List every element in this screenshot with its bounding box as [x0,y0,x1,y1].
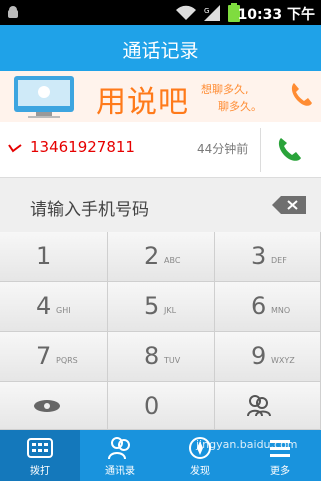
title-bar: 通话记录 [0,25,321,71]
banner-tagline-1: 想聊多久, [201,83,249,96]
watermark: jingyan.baidu.com [196,438,298,451]
key-letters: TUV [164,356,181,365]
call-time-ago: 44分钟前 [197,142,249,156]
contacts-key[interactable] [215,382,321,430]
computer-illustration-icon [14,76,74,118]
nav-contacts-label: 通讯录 [105,466,135,477]
key-1[interactable]: 1 [0,232,108,282]
key-letters: JKL [164,306,177,315]
key-2[interactable]: 2 ABC [108,232,215,282]
key-letters: DEF [271,256,287,265]
key-digit: 7 [36,342,52,370]
phone-handset-icon [291,83,312,106]
divider [260,128,261,172]
nav-dial-label: 拨打 [30,466,50,477]
key-digit: 0 [144,392,160,420]
eye-icon [34,400,60,412]
call-button[interactable] [276,136,302,162]
banner-tagline-2: 聊多久。 [218,100,262,113]
key-4[interactable]: 4 GHI [0,282,108,332]
android-debug-icon [8,6,18,18]
wifi-icon [176,5,196,20]
key-8[interactable]: 8 TUV [108,332,215,382]
svg-text:G: G [204,7,209,15]
dial-keypad: 1 2 ABC 3 DEF 4 GHI 5 JKL 6 MNO 7 PQRS 8… [0,232,321,430]
key-digit: 1 [36,242,52,270]
key-5[interactable]: 5 JKL [108,282,215,332]
signal-icon: G [204,5,220,21]
contacts-icon [108,437,130,460]
dialpad-icon [27,438,53,458]
call-number: 13461927811 [30,138,135,156]
key-digit: 9 [251,342,267,370]
key-0[interactable]: 0 [108,382,215,430]
key-7[interactable]: 7 PQRS [0,332,108,382]
dial-input-field[interactable]: 请输入手机号码 [0,178,321,233]
key-6[interactable]: 6 MNO [215,282,321,332]
key-9[interactable]: 9 WXYZ [215,332,321,382]
banner-brand: 用说吧 [96,85,189,120]
ad-banner[interactable]: 用说吧 想聊多久, 聊多久。 [0,71,321,122]
key-letters: ABC [164,256,181,265]
nav-dial[interactable]: 拨打 [0,430,80,481]
key-digit: 5 [144,292,160,320]
dial-input-placeholder: 请输入手机号码 [30,200,149,220]
key-digit: 8 [144,342,160,370]
nav-more-label: 更多 [270,466,290,477]
key-digit: 4 [36,292,52,320]
missed-call-icon [8,144,22,153]
status-bar: G 10:33 下午 [0,0,321,25]
eye-key[interactable] [0,382,108,430]
key-digit: 2 [144,242,160,270]
backspace-button[interactable] [272,196,306,214]
key-3[interactable]: 3 DEF [215,232,321,282]
nav-contacts[interactable]: 通讯录 [80,430,160,481]
key-digit: 6 [251,292,267,320]
key-letters: MNO [271,306,291,315]
call-log-row[interactable]: 13461927811 44分钟前 [0,122,321,178]
key-letters: WXYZ [271,356,295,365]
key-digit: 3 [251,242,267,270]
add-contact-icon [247,395,271,417]
key-letters: GHI [56,306,71,315]
status-time: 10:33 下午 [237,7,315,23]
nav-discover-label: 发现 [190,466,210,477]
key-letters: PQRS [56,356,78,365]
page-title: 通话记录 [122,40,199,62]
